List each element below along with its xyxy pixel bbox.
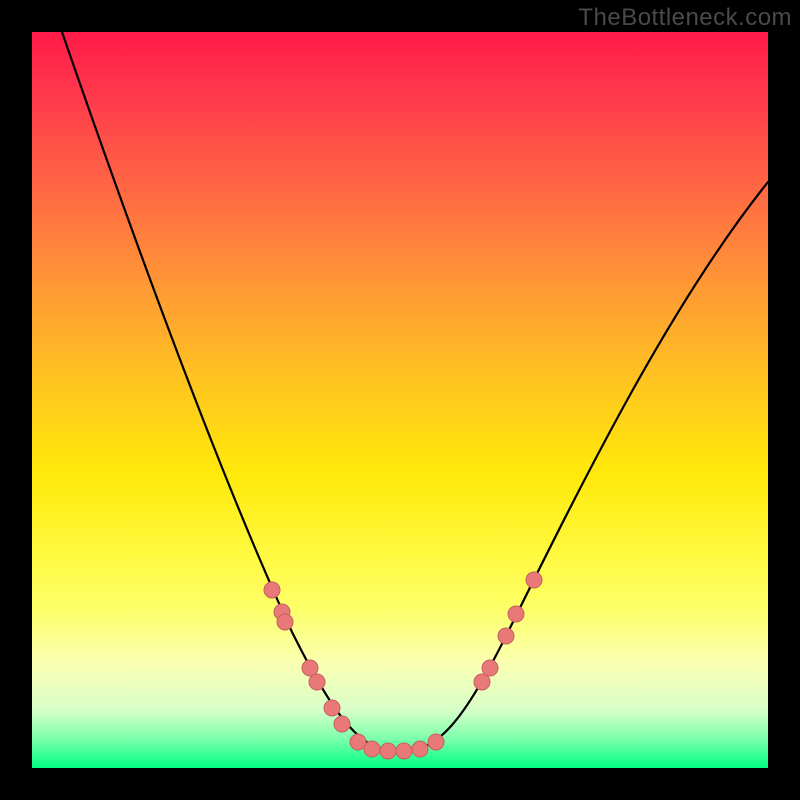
sample-point bbox=[526, 572, 542, 588]
sample-point bbox=[396, 743, 412, 759]
sample-point bbox=[412, 741, 428, 757]
watermark-text: TheBottleneck.com bbox=[578, 4, 792, 32]
sample-point bbox=[302, 660, 318, 676]
sample-point bbox=[498, 628, 514, 644]
plot-area bbox=[32, 32, 768, 768]
sample-point bbox=[508, 606, 524, 622]
sample-point bbox=[309, 674, 325, 690]
sample-points-group bbox=[264, 572, 542, 759]
sample-point bbox=[474, 674, 490, 690]
curve-layer bbox=[32, 32, 768, 768]
sample-point bbox=[380, 743, 396, 759]
bottleneck-curve bbox=[62, 32, 768, 752]
sample-point bbox=[264, 582, 280, 598]
sample-point bbox=[334, 716, 350, 732]
sample-point bbox=[277, 614, 293, 630]
sample-point bbox=[364, 741, 380, 757]
sample-point bbox=[324, 700, 340, 716]
sample-point bbox=[428, 734, 444, 750]
sample-point bbox=[350, 734, 366, 750]
sample-point bbox=[482, 660, 498, 676]
chart-stage: TheBottleneck.com bbox=[0, 0, 800, 800]
